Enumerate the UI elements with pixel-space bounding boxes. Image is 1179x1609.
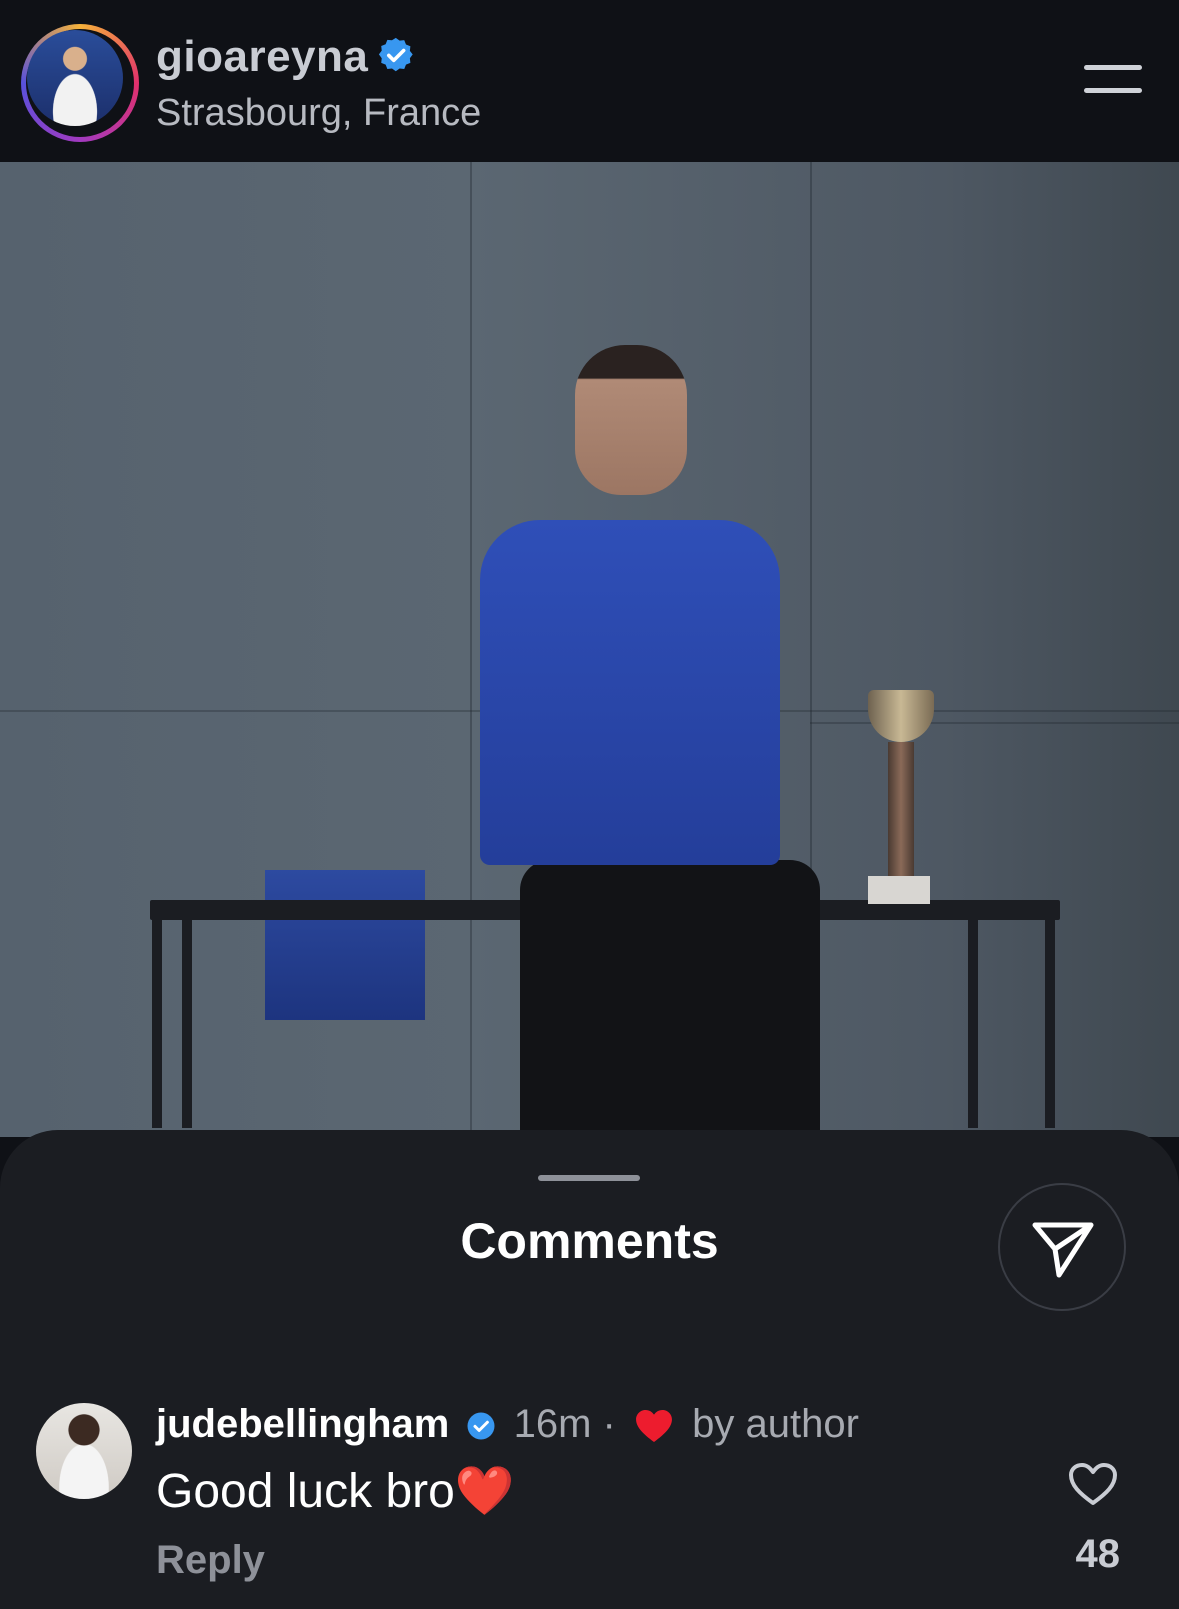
profile-avatar[interactable] [27,30,123,126]
comment-text-content: Good luck bro [156,1465,455,1518]
scarf [265,870,425,1020]
reply-button[interactable]: Reply [156,1538,265,1583]
comment-time: 16m [513,1402,592,1446]
heart-emoji: ❤️ [454,1465,515,1518]
post-location[interactable]: Strasbourg, France [156,92,481,135]
player-head [575,345,687,495]
meta-separator: · [602,1402,616,1446]
commenter-avatar[interactable] [36,1403,132,1499]
commenter-username[interactable]: judebellingham [156,1402,449,1446]
player-legs [520,860,820,1140]
liked-by-author-label: by author [692,1402,859,1446]
share-button[interactable] [998,1183,1126,1311]
like-count: 48 [1075,1532,1121,1576]
author-heart-icon [636,1410,672,1443]
post-username-text[interactable]: gioareyna [156,32,368,81]
like-heart-icon[interactable] [1068,1462,1118,1506]
story-ring-avatar[interactable] [21,24,139,142]
send-icon [1032,1222,1094,1278]
comment-meta: judebellingham 16m · by author [156,1402,859,1447]
post-header: gioareyna Strasbourg, France [0,0,1179,162]
menu-icon[interactable] [1080,62,1142,102]
comment-text: Good luck bro❤️ [156,1462,515,1519]
verified-badge-icon [379,38,414,72]
sheet-drag-handle[interactable] [538,1175,640,1181]
post-username[interactable]: gioareyna [156,32,414,82]
player-jersey [480,520,780,865]
verified-badge-icon [467,1412,495,1440]
